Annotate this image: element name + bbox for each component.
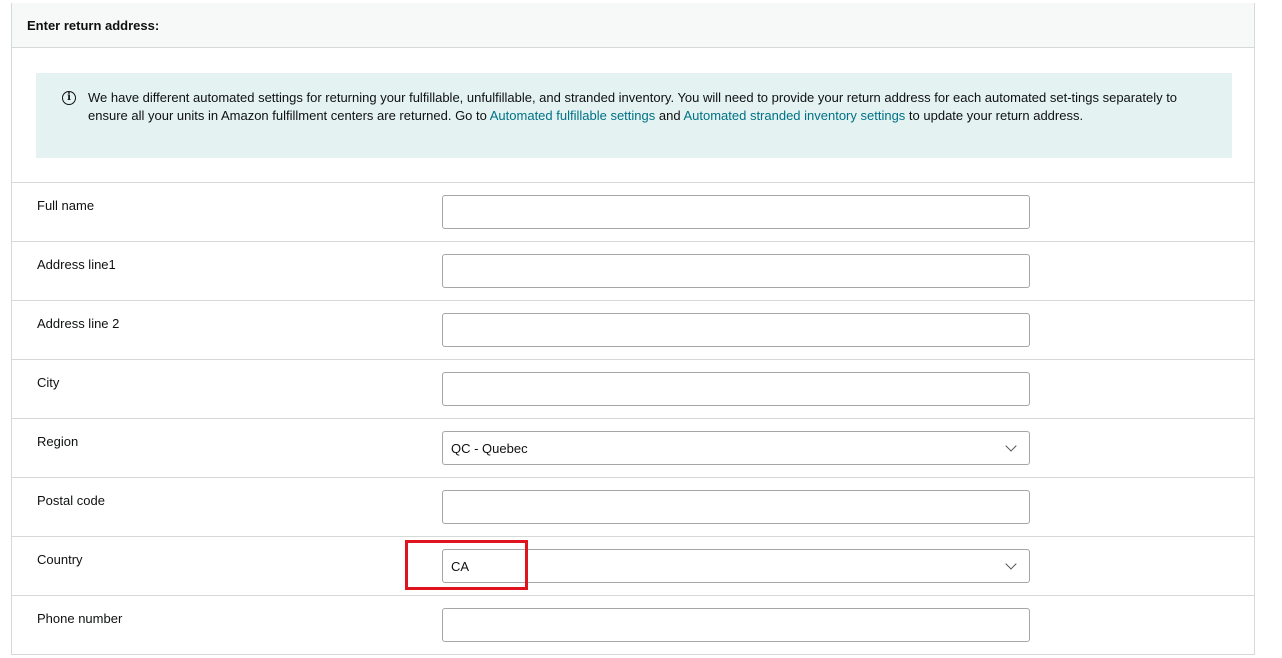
return-address-panel: Enter return address: i We have differen…: [11, 3, 1255, 655]
address-line2-input[interactable]: [442, 313, 1030, 347]
panel-title: Enter return address:: [12, 3, 1254, 48]
form-row-postal-code: Postal code: [12, 477, 1254, 536]
region-label: Region: [37, 434, 79, 449]
info-text-mid: and: [655, 108, 684, 123]
postal-code-label: Postal code: [37, 493, 105, 508]
chevron-down-icon: [1005, 558, 1017, 570]
full-name-input[interactable]: [442, 195, 1030, 229]
form-row-city: City: [12, 359, 1254, 418]
phone-label: Phone number: [37, 611, 123, 626]
address-line1-label: Address line1: [37, 257, 116, 272]
country-select[interactable]: CA: [442, 549, 1030, 583]
postal-code-input[interactable]: [442, 490, 1030, 524]
form-row-full-name: Full name: [12, 182, 1254, 241]
info-icon: i: [62, 91, 76, 105]
region-select[interactable]: QC - Quebec: [442, 431, 1030, 465]
city-input[interactable]: [442, 372, 1030, 406]
chevron-down-icon: [1005, 440, 1017, 452]
address-line1-input[interactable]: [442, 254, 1030, 288]
country-label: Country: [37, 552, 83, 567]
info-alert: i We have different automated settings f…: [36, 73, 1232, 158]
city-label: City: [37, 375, 60, 390]
address-form: Full name Address line1 Address line 2 C…: [12, 182, 1254, 654]
country-selected-value: CA: [451, 558, 470, 574]
country-highlight-box: [405, 540, 528, 590]
form-row-phone: Phone number: [12, 595, 1254, 654]
region-selected-value: QC - Quebec: [451, 440, 528, 456]
form-row-region: Region QC - Quebec: [12, 418, 1254, 477]
form-row-country: Country CA: [12, 536, 1254, 595]
form-row-address-line1: Address line1: [12, 241, 1254, 300]
full-name-label: Full name: [37, 198, 95, 213]
automated-fulfillable-settings-link[interactable]: Automated fulfillable settings: [490, 108, 655, 123]
address-line2-label: Address line 2: [37, 316, 120, 331]
info-text-end: to update your return address.: [905, 108, 1084, 123]
automated-stranded-inventory-settings-link[interactable]: Automated stranded inventory settings: [683, 108, 905, 123]
form-row-address-line2: Address line 2: [12, 300, 1254, 359]
phone-input[interactable]: [442, 608, 1030, 642]
